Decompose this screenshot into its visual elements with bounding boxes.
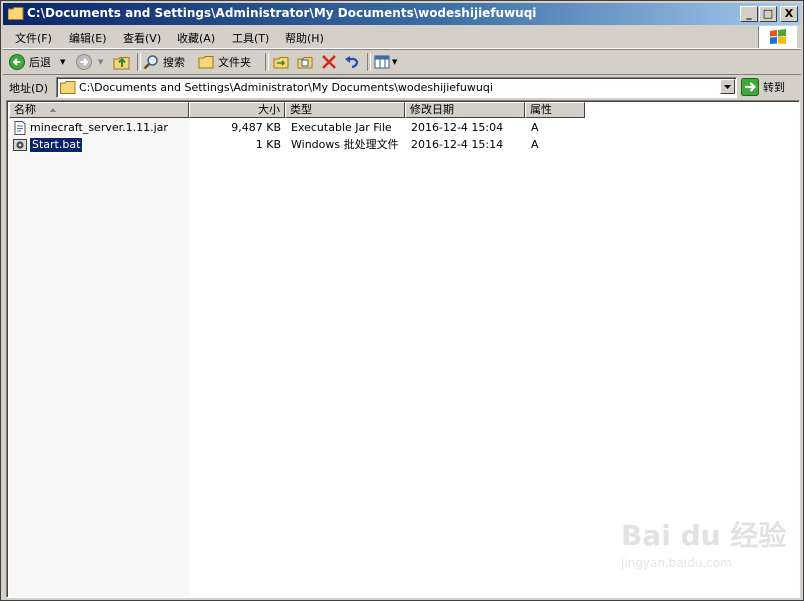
file-attributes: A bbox=[531, 138, 539, 151]
address-dropdown-button[interactable] bbox=[720, 79, 735, 94]
window-title: C:\Documents and Settings\Administrator\… bbox=[27, 6, 537, 20]
back-dropdown-icon[interactable]: ▼ bbox=[60, 58, 65, 66]
menu-bar: 文件(F) 编辑(E) 查看(V) 收藏(A) 工具(T) 帮助(H) bbox=[3, 26, 801, 49]
toolbar-separator bbox=[367, 53, 371, 71]
folders-icon bbox=[198, 56, 214, 69]
sorted-column-shade bbox=[9, 118, 189, 597]
views-button[interactable]: ▼ bbox=[374, 53, 397, 71]
file-modified: 2016-12-4 15:04 bbox=[411, 121, 504, 134]
address-value: C:\Documents and Settings\Administrator\… bbox=[79, 81, 493, 94]
up-folder-icon bbox=[113, 57, 130, 70]
delete-button[interactable] bbox=[321, 53, 337, 71]
standard-toolbar: 后退 ▼ ▼ 搜索 文件夹 ▼ bbox=[3, 50, 801, 75]
column-header-name-label: 名称 bbox=[14, 103, 36, 116]
address-bar: 地址(D) C:\Documents and Settings\Administ… bbox=[3, 75, 801, 99]
back-button[interactable]: 后退 ▼ bbox=[9, 53, 65, 71]
undo-button[interactable] bbox=[344, 53, 360, 71]
menu-tools[interactable]: 工具(T) bbox=[232, 30, 269, 46]
search-button[interactable]: 搜索 bbox=[143, 53, 185, 71]
watermark-url: jingyan.baidu.com bbox=[621, 556, 732, 570]
column-header-name[interactable]: 名称 bbox=[9, 102, 189, 118]
caption-buttons: _ □ X bbox=[739, 6, 798, 22]
explorer-window: C:\Documents and Settings\Administrator\… bbox=[0, 0, 804, 601]
column-header-attributes[interactable]: 属性 bbox=[525, 102, 585, 118]
column-header-type[interactable]: 类型 bbox=[285, 102, 405, 118]
minimize-button[interactable]: _ bbox=[740, 6, 758, 22]
search-icon bbox=[143, 55, 158, 70]
go-arrow-icon bbox=[741, 78, 759, 96]
file-name: minecraft_server.1.11.jar bbox=[30, 121, 168, 134]
folder-icon bbox=[60, 81, 76, 94]
toolbar-separator bbox=[137, 53, 141, 71]
baidu-watermark: Bai du 经验 jingyan.baidu.com bbox=[621, 514, 786, 570]
chevron-down-icon bbox=[724, 85, 731, 89]
windows-logo-icon bbox=[758, 26, 797, 48]
jar-file-icon bbox=[14, 121, 26, 135]
file-row[interactable]: Start.bat 1 KB Windows 批处理文件 2016-12-4 1… bbox=[9, 137, 585, 153]
toolbar-separator bbox=[265, 53, 269, 71]
forward-dropdown-icon[interactable]: ▼ bbox=[98, 58, 103, 66]
close-button[interactable]: X bbox=[780, 6, 798, 22]
title-bar[interactable]: C:\Documents and Settings\Administrator\… bbox=[3, 3, 801, 25]
menu-view[interactable]: 查看(V) bbox=[123, 30, 161, 46]
views-grid-icon bbox=[374, 55, 390, 69]
file-size: 1 KB bbox=[255, 138, 281, 151]
search-label: 搜索 bbox=[163, 56, 185, 69]
file-row[interactable]: minecraft_server.1.11.jar 9,487 KB Execu… bbox=[9, 120, 585, 136]
address-input[interactable]: C:\Documents and Settings\Administrator\… bbox=[56, 77, 737, 98]
column-header-modified[interactable]: 修改日期 bbox=[405, 102, 525, 118]
views-dropdown-icon[interactable]: ▼ bbox=[392, 58, 397, 66]
menu-favorites[interactable]: 收藏(A) bbox=[177, 30, 215, 46]
menu-help[interactable]: 帮助(H) bbox=[285, 30, 324, 46]
back-arrow-icon bbox=[9, 54, 25, 70]
copy-to-button[interactable] bbox=[297, 53, 313, 71]
delete-x-icon bbox=[322, 55, 336, 69]
forward-arrow-icon bbox=[76, 54, 92, 70]
forward-button[interactable]: ▼ bbox=[76, 53, 103, 71]
column-header-row: 名称 大小 类型 修改日期 属性 bbox=[9, 102, 585, 118]
file-name-cell: Start.bat bbox=[9, 137, 189, 153]
menu-file[interactable]: 文件(F) bbox=[15, 30, 52, 46]
folder-icon bbox=[8, 7, 24, 20]
undo-icon bbox=[345, 56, 359, 69]
folders-label: 文件夹 bbox=[218, 56, 251, 69]
menu-edit[interactable]: 编辑(E) bbox=[69, 30, 107, 46]
go-button[interactable]: 转到 bbox=[741, 77, 785, 97]
go-label: 转到 bbox=[763, 81, 785, 94]
file-name: Start.bat bbox=[28, 137, 84, 153]
move-to-button[interactable] bbox=[273, 53, 289, 71]
up-folder-button[interactable] bbox=[113, 53, 131, 71]
file-type: Executable Jar File bbox=[291, 121, 392, 134]
file-attributes: A bbox=[531, 121, 539, 134]
sort-ascending-icon bbox=[50, 108, 56, 112]
folders-button[interactable]: 文件夹 bbox=[198, 53, 251, 71]
move-to-folder-icon bbox=[273, 57, 289, 69]
watermark-main-text: Bai du 经验 bbox=[621, 519, 787, 552]
column-header-size[interactable]: 大小 bbox=[189, 102, 285, 118]
file-modified: 2016-12-4 15:14 bbox=[411, 138, 504, 151]
copy-to-folder-icon bbox=[297, 57, 313, 69]
maximize-button[interactable]: □ bbox=[759, 6, 777, 22]
batch-file-gear-icon bbox=[13, 139, 27, 151]
back-label: 后退 bbox=[29, 56, 51, 69]
file-name-cell: minecraft_server.1.11.jar bbox=[9, 120, 189, 136]
file-size: 9,487 KB bbox=[231, 121, 281, 134]
address-label: 地址(D) bbox=[9, 82, 49, 95]
file-type: Windows 批处理文件 bbox=[291, 138, 399, 151]
